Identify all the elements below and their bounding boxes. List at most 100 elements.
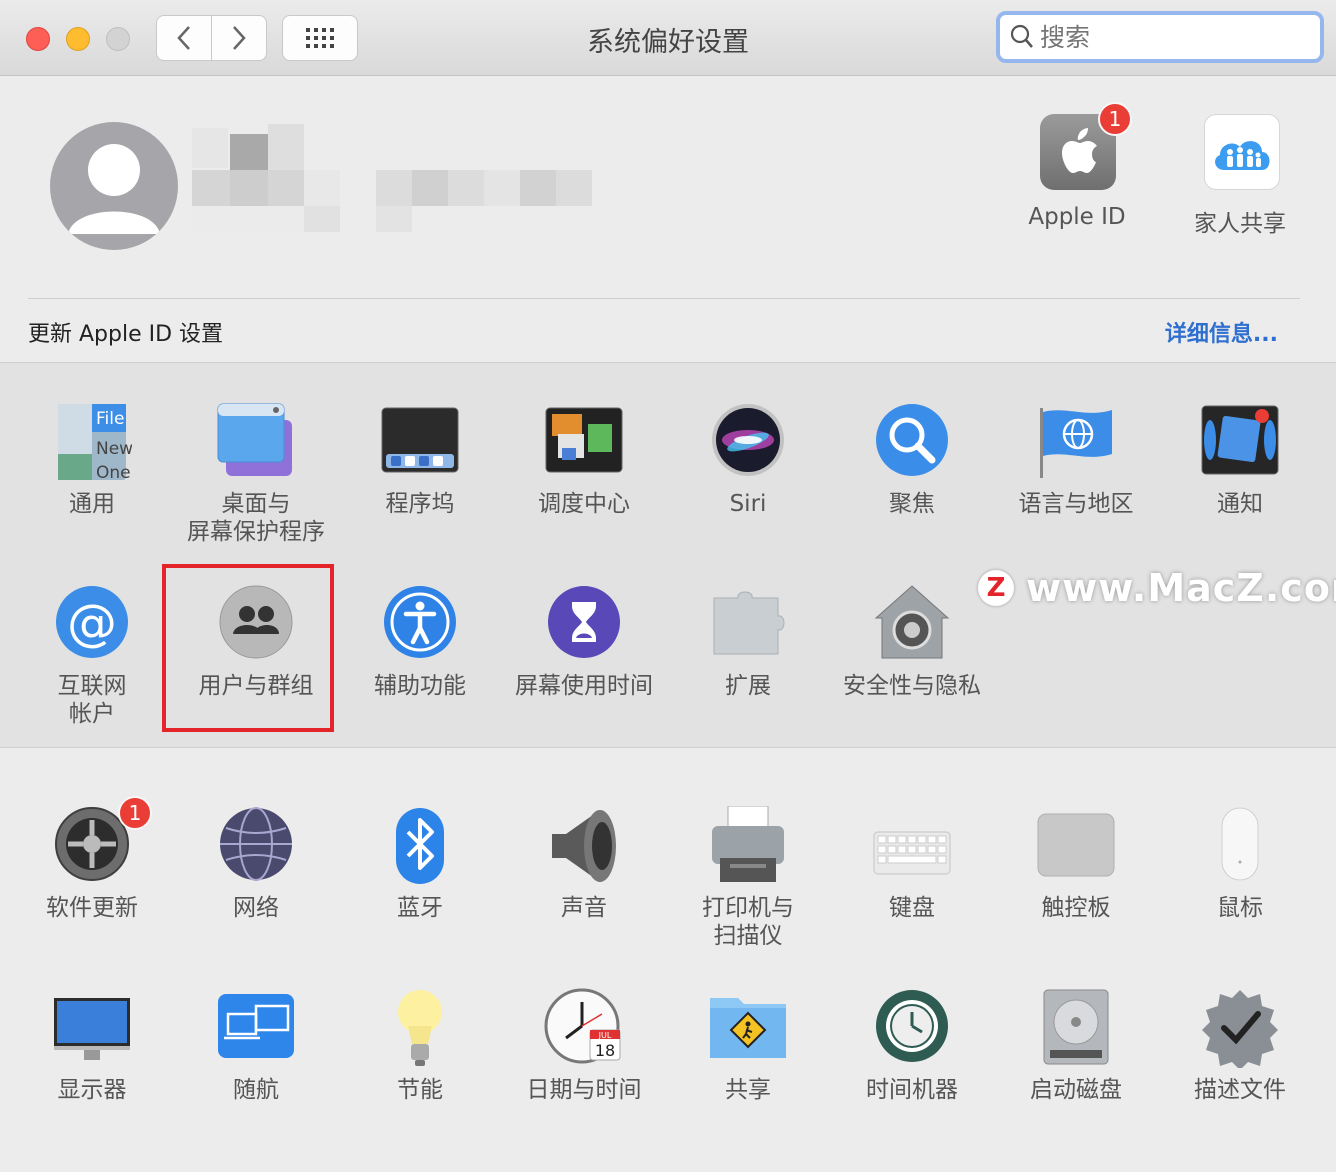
pane-notifications[interactable]: 通知 — [1158, 402, 1322, 518]
general-icon-one-text: One — [96, 463, 131, 482]
person-icon — [68, 144, 160, 234]
sidecar-icon — [216, 988, 296, 1068]
notifications-icon — [1200, 402, 1280, 482]
pane-label: 日期与时间 — [526, 1077, 642, 1103]
pane-siri[interactable]: Siri — [666, 402, 830, 518]
pane-internet-accounts[interactable]: @ 互联网 帐户 — [10, 584, 174, 728]
search-input[interactable] — [1040, 22, 1310, 52]
pane-desktop-screensaver[interactable]: 桌面与 屏幕保护程序 — [174, 402, 338, 546]
pane-keyboard[interactable]: 键盘 — [830, 806, 994, 922]
display-icon — [52, 988, 132, 1068]
apple-id-button[interactable]: 1 — [1040, 102, 1132, 190]
pane-mouse[interactable]: 鼠标 — [1158, 806, 1322, 922]
pane-general[interactable]: File New One 通用 — [10, 402, 174, 518]
calendar-month-text: JUL — [598, 1031, 612, 1040]
pane-software-update[interactable]: 1 软件更新 — [10, 796, 174, 922]
pane-printers-scanners[interactable]: 打印机与 扫描仪 — [666, 805, 830, 950]
pane-language-region[interactable]: 语言与地区 — [994, 402, 1158, 518]
pane-label: 启动磁盘 — [1030, 1077, 1122, 1103]
pane-label: 互联网 帐户 — [57, 673, 127, 727]
pane-spotlight[interactable]: 聚焦 — [830, 402, 994, 518]
mission-control-icon — [544, 402, 624, 482]
title-bar: 系统偏好设置 — [0, 0, 1336, 76]
svg-text:@: @ — [67, 594, 117, 652]
pane-screen-time[interactable]: 屏幕使用时间 — [502, 584, 666, 700]
pane-accessibility[interactable]: 辅助功能 — [338, 584, 502, 700]
pane-label: 网络 — [233, 895, 279, 921]
speaker-icon — [544, 806, 624, 886]
pane-label: 声音 — [561, 895, 607, 921]
puzzle-piece-icon — [708, 584, 788, 664]
pane-trackpad[interactable]: 触控板 — [994, 806, 1158, 922]
flag-globe-icon — [1036, 402, 1116, 482]
pane-sharing[interactable]: 共享 — [666, 988, 830, 1104]
pane-displays[interactable]: 显示器 — [10, 988, 174, 1104]
general-icon: File New One — [52, 402, 133, 483]
pane-label: 鼠标 — [1217, 895, 1263, 921]
avatar[interactable] — [50, 122, 178, 250]
pane-label: Siri — [729, 491, 767, 517]
shared-folder-icon — [708, 988, 788, 1068]
search-icon — [1010, 24, 1033, 48]
at-sign-icon: @ — [52, 584, 132, 664]
divider — [28, 298, 1300, 299]
desktop-screensaver-icon — [216, 402, 296, 482]
pane-label: 聚焦 — [889, 491, 935, 517]
update-notice: 更新 Apple ID 设置 — [28, 322, 224, 347]
accessibility-icon — [380, 584, 460, 664]
printer-icon — [708, 805, 788, 886]
pane-time-machine[interactable]: 时间机器 — [830, 988, 994, 1104]
family-sharing-button[interactable] — [1204, 114, 1280, 190]
pane-label: 打印机与 扫描仪 — [702, 895, 794, 949]
pane-mission-control[interactable]: 调度中心 — [502, 402, 666, 518]
clock-icon: JUL 18 — [544, 988, 624, 1068]
pane-label: 蓝牙 — [397, 895, 443, 921]
pane-label: 时间机器 — [866, 1077, 958, 1103]
general-icon-file-text: File — [96, 409, 124, 429]
pane-label: 调度中心 — [538, 491, 630, 517]
pane-network[interactable]: 网络 — [174, 806, 338, 922]
pane-startup-disk[interactable]: 启动磁盘 — [994, 988, 1158, 1104]
pane-label: 节能 — [397, 1077, 443, 1103]
highlight-box — [162, 564, 334, 732]
pane-label: 安全性与隐私 — [843, 673, 981, 699]
trackpad-icon — [1036, 806, 1116, 886]
pane-bluetooth[interactable]: 蓝牙 — [338, 806, 502, 922]
pane-energy-saver[interactable]: 节能 — [338, 988, 502, 1104]
watermark-text: www.MacZ.com — [1026, 566, 1336, 610]
pane-sidecar[interactable]: 随航 — [174, 988, 338, 1104]
pane-label: 键盘 — [889, 895, 935, 921]
watermark: Z www.MacZ.com — [978, 566, 1336, 610]
pane-label: 辅助功能 — [374, 673, 466, 699]
pane-label: 软件更新 — [46, 895, 138, 921]
pane-date-time[interactable]: JUL 18 日期与时间 — [502, 988, 666, 1104]
general-icon-new-text: New — [96, 439, 132, 459]
details-link[interactable]: 详细信息... — [1165, 316, 1278, 348]
pane-label: 共享 — [725, 1077, 771, 1103]
pane-label: 屏幕使用时间 — [515, 673, 653, 699]
pane-label: 触控板 — [1041, 895, 1111, 921]
search-field[interactable] — [996, 11, 1324, 63]
pane-sound[interactable]: 声音 — [502, 806, 666, 922]
spotlight-icon — [872, 402, 952, 482]
time-machine-icon — [872, 988, 952, 1068]
apple-id-label: Apple ID — [1028, 204, 1126, 230]
pane-label: 随航 — [233, 1077, 279, 1103]
pane-label: 通知 — [1217, 491, 1263, 517]
pane-label: 程序坞 — [385, 491, 455, 517]
hourglass-icon — [544, 584, 624, 664]
checkmark-badge-icon — [1200, 988, 1280, 1070]
pane-label: 扩展 — [725, 673, 771, 699]
dock-icon — [380, 402, 460, 482]
pane-dock[interactable]: 程序坞 — [338, 402, 502, 518]
apple-logo-icon — [1062, 128, 1097, 173]
house-lock-icon — [872, 584, 952, 664]
pane-label: 显示器 — [57, 1077, 127, 1103]
siri-icon — [708, 402, 788, 482]
pane-profiles[interactable]: 描述文件 — [1158, 988, 1322, 1104]
pane-extensions[interactable]: 扩展 — [666, 584, 830, 700]
watermark-logo: Z — [978, 570, 1014, 606]
family-cloud-icon — [1215, 141, 1270, 170]
apple-id-badge: 1 — [1098, 102, 1132, 136]
pane-security-privacy[interactable]: 安全性与隐私 — [830, 584, 994, 700]
